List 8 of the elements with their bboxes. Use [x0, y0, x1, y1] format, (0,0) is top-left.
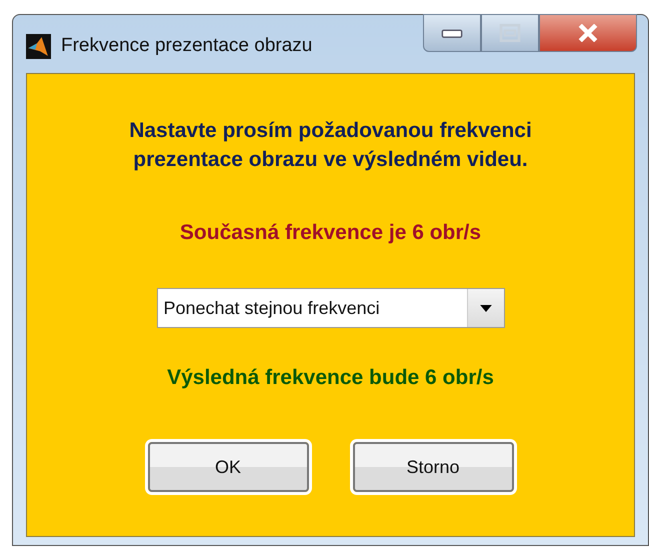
result-rate-text: Výsledná frekvence bude 6 obr/s	[167, 366, 494, 390]
instruction-text: Nastavte prosím požadovanou frekvenci prezentace obrazu ve výsledném videu.	[128, 118, 533, 173]
caret-icon	[480, 304, 492, 312]
close-icon[interactable]	[577, 24, 599, 42]
app-icon	[26, 34, 51, 58]
window-title: Frekvence prezentace obrazu	[61, 35, 312, 57]
frequency-dropdown[interactable]: Ponechat stejnou frekvenci	[156, 288, 504, 328]
current-rate-text: Současná frekvence je 6 obr/s	[180, 221, 482, 245]
